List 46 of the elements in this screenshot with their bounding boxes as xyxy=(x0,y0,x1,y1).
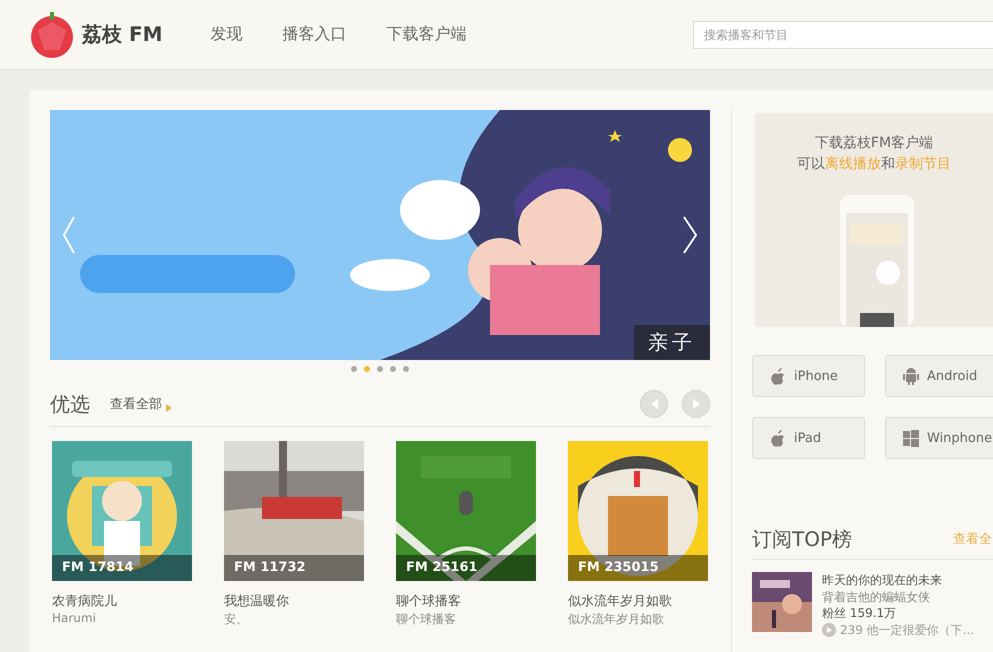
previous-button[interactable] xyxy=(640,390,668,418)
fm-number: FM 11732 xyxy=(224,555,364,581)
triangle-icon xyxy=(650,399,658,409)
program-title[interactable]: 农青病院儿 xyxy=(52,592,192,610)
platform-button[interactable]: Android xyxy=(885,355,993,397)
windows-icon xyxy=(902,428,920,448)
nav-link[interactable]: 发现 xyxy=(210,24,243,45)
nav-link[interactable]: 播客入口 xyxy=(282,24,347,45)
program-subtitle: 似水流年岁月如歌 xyxy=(568,611,665,628)
triangle-icon xyxy=(166,404,172,412)
carousel-dot[interactable] xyxy=(390,366,396,372)
program-subtitle: 安、 xyxy=(224,611,249,628)
carousel-dot[interactable] xyxy=(364,366,370,372)
fm-number: FM 235015 xyxy=(568,555,708,581)
banner-tag: 亲子 xyxy=(634,325,710,360)
carousel-dot[interactable] xyxy=(377,366,383,372)
android-icon xyxy=(902,366,920,386)
program-title[interactable]: 似水流年岁月如歌 xyxy=(568,592,708,610)
program-title[interactable]: 昨天的你的现在的未来 xyxy=(822,572,974,588)
carousel-dot[interactable] xyxy=(351,366,357,372)
apple-icon xyxy=(769,428,787,448)
author-name: 背着吉他的蝙蝠女侠 xyxy=(822,588,931,605)
platform-button[interactable]: iPad xyxy=(752,417,865,459)
promo-text: 下载荔枝FM客户端 xyxy=(814,134,934,153)
latest-episode[interactable]: 239 他一定很爱你（下... xyxy=(840,622,974,638)
fan-count: 粉丝 159.1万 xyxy=(822,605,898,622)
program-title[interactable]: 聊个球播客 xyxy=(396,592,536,610)
program-subtitle: 聊个球播客 xyxy=(396,611,457,628)
triangle-icon xyxy=(692,399,700,409)
play-icon xyxy=(822,622,836,637)
lychee-logo-icon xyxy=(31,12,73,58)
section-title: 订阅TOP榜 xyxy=(752,526,852,552)
program-subtitle: Harumi xyxy=(52,611,97,625)
nav-link[interactable]: 下载客户端 xyxy=(386,24,467,45)
fm-number: FM 25161 xyxy=(396,555,536,581)
platform-button[interactable]: Winphone xyxy=(885,417,993,459)
logo-text[interactable]: 荔枝 FM xyxy=(82,21,163,48)
search-field[interactable]: 搜索播客和节目 xyxy=(693,20,993,48)
view-all-link[interactable]: 查看全部 xyxy=(110,395,162,413)
next-button[interactable] xyxy=(682,390,710,418)
apple-icon xyxy=(769,366,787,386)
section-title: 优选 xyxy=(50,390,90,418)
program-title[interactable]: 我想温暖你 xyxy=(224,592,364,610)
carousel-dot[interactable] xyxy=(403,366,409,372)
promo-text: 可以离线播放和录制节目 xyxy=(796,155,952,174)
platform-button[interactable]: iPhone xyxy=(752,355,865,397)
